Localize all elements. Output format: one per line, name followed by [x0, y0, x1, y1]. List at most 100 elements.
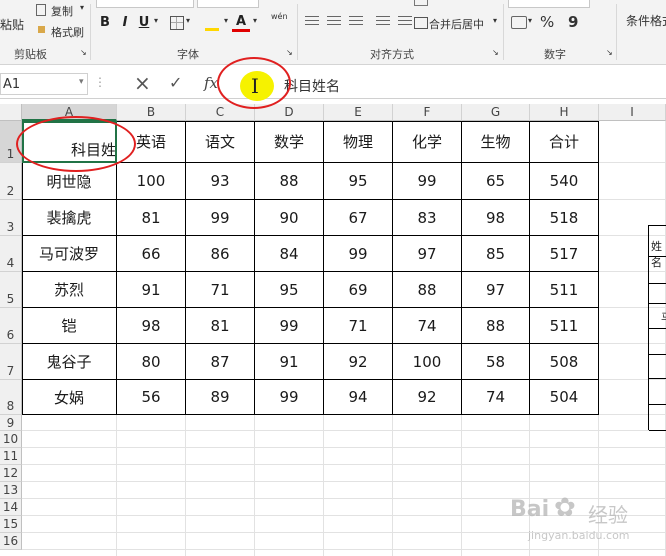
chevron-down-icon[interactable]: ▾: [154, 16, 158, 25]
select-all-corner[interactable]: [0, 104, 22, 121]
value-cell[interactable]: 99: [255, 380, 324, 415]
value-cell[interactable]: 504: [530, 380, 599, 415]
merge-center-icon[interactable]: [414, 17, 428, 29]
header-cell[interactable]: 化学: [393, 121, 462, 163]
percent-button[interactable]: %: [540, 13, 554, 31]
column-header[interactable]: B: [117, 104, 186, 121]
row-header[interactable]: 5: [0, 272, 22, 308]
row-header[interactable]: 10: [0, 431, 22, 448]
value-cell[interactable]: 91: [117, 272, 186, 308]
value-cell[interactable]: 99: [255, 308, 324, 344]
value-cell[interactable]: 65: [462, 163, 530, 200]
dialog-launcher-icon[interactable]: ↘: [286, 48, 293, 57]
value-cell[interactable]: 511: [530, 308, 599, 344]
value-cell[interactable]: 87: [186, 344, 255, 380]
name-box[interactable]: A1 ▾: [0, 73, 88, 95]
row-header[interactable]: 11: [0, 448, 22, 465]
column-header[interactable]: F: [393, 104, 462, 121]
name-cell[interactable]: 铠: [22, 308, 117, 344]
value-cell[interactable]: 99: [324, 236, 393, 272]
value-cell[interactable]: 58: [462, 344, 530, 380]
name-cell[interactable]: 马可波罗: [22, 236, 117, 272]
value-cell[interactable]: 94: [324, 380, 393, 415]
paste-button[interactable]: 粘贴: [0, 10, 26, 40]
row-header[interactable]: 15: [0, 516, 22, 533]
value-cell[interactable]: 67: [324, 200, 393, 236]
value-cell[interactable]: 56: [117, 380, 186, 415]
value-cell[interactable]: 95: [324, 163, 393, 200]
value-cell[interactable]: 88: [462, 308, 530, 344]
formula-input[interactable]: 科目姓名: [230, 73, 666, 95]
chevron-down-icon[interactable]: ▾: [224, 16, 228, 25]
chevron-down-icon[interactable]: ▾: [493, 16, 497, 25]
chevron-down-icon[interactable]: ▾: [253, 16, 257, 25]
copy-button[interactable]: 复制: [51, 3, 73, 19]
value-cell[interactable]: 66: [117, 236, 186, 272]
column-header[interactable]: G: [462, 104, 530, 121]
value-cell[interactable]: 100: [393, 344, 462, 380]
value-cell[interactable]: 74: [393, 308, 462, 344]
header-cell[interactable]: 生物: [462, 121, 530, 163]
value-cell[interactable]: 100: [117, 163, 186, 200]
chevron-down-icon[interactable]: ▾: [80, 3, 84, 12]
drag-handle-icon[interactable]: ⋮: [94, 75, 106, 89]
chevron-down-icon[interactable]: ▾: [528, 16, 532, 25]
value-cell[interactable]: 69: [324, 272, 393, 308]
value-cell[interactable]: 98: [462, 200, 530, 236]
decrease-indent-icon[interactable]: [376, 16, 390, 28]
number-format-combo[interactable]: [508, 0, 590, 8]
value-cell[interactable]: 98: [117, 308, 186, 344]
value-cell[interactable]: 93: [186, 163, 255, 200]
header-cell[interactable]: 合计: [530, 121, 599, 163]
value-cell[interactable]: 89: [186, 380, 255, 415]
header-cell[interactable]: 数学: [255, 121, 324, 163]
name-cell[interactable]: 裴擒虎: [22, 200, 117, 236]
value-cell[interactable]: 97: [393, 236, 462, 272]
value-cell[interactable]: 518: [530, 200, 599, 236]
value-cell[interactable]: 95: [255, 272, 324, 308]
currency-icon[interactable]: [511, 16, 527, 29]
enter-icon[interactable]: ✓: [169, 73, 182, 92]
fill-color-icon[interactable]: [205, 17, 219, 31]
row-header[interactable]: 7: [0, 344, 22, 380]
wrap-text-icon[interactable]: [414, 0, 428, 6]
value-cell[interactable]: 81: [186, 308, 255, 344]
value-cell[interactable]: 517: [530, 236, 599, 272]
value-cell[interactable]: 71: [186, 272, 255, 308]
row-header[interactable]: 16: [0, 533, 22, 550]
value-cell[interactable]: 83: [393, 200, 462, 236]
value-cell[interactable]: 511: [530, 272, 599, 308]
border-icon[interactable]: [170, 16, 184, 30]
font-color-button[interactable]: A: [232, 14, 250, 32]
value-cell[interactable]: 540: [530, 163, 599, 200]
phonetic-wen-icon[interactable]: wén: [271, 12, 288, 21]
chevron-down-icon[interactable]: ▾: [79, 77, 84, 87]
cancel-icon[interactable]: ×: [134, 71, 151, 95]
value-cell[interactable]: 81: [117, 200, 186, 236]
value-cell[interactable]: 80: [117, 344, 186, 380]
value-cell[interactable]: 71: [324, 308, 393, 344]
value-cell[interactable]: 74: [462, 380, 530, 415]
insert-function-button[interactable]: fx: [204, 74, 218, 92]
name-cell[interactable]: 女娲: [22, 380, 117, 415]
dialog-launcher-icon[interactable]: ↘: [492, 48, 499, 57]
italic-button[interactable]: I: [116, 14, 134, 32]
align-center-icon[interactable]: [327, 16, 341, 28]
dialog-launcher-icon[interactable]: ↘: [80, 48, 87, 57]
column-header[interactable]: I: [599, 104, 666, 121]
value-cell[interactable]: 88: [255, 163, 324, 200]
value-cell[interactable]: 85: [462, 236, 530, 272]
value-cell[interactable]: 92: [393, 380, 462, 415]
value-cell[interactable]: 86: [186, 236, 255, 272]
value-cell[interactable]: 91: [255, 344, 324, 380]
value-cell[interactable]: 92: [324, 344, 393, 380]
row-header[interactable]: 2: [0, 163, 22, 200]
comma-style-button[interactable]: 9: [568, 13, 578, 31]
chevron-down-icon[interactable]: ▾: [186, 16, 190, 25]
value-cell[interactable]: 90: [255, 200, 324, 236]
header-cell[interactable]: 物理: [324, 121, 393, 163]
column-header[interactable]: E: [324, 104, 393, 121]
name-cell[interactable]: 鬼谷子: [22, 344, 117, 380]
bold-button[interactable]: B: [96, 14, 114, 32]
dialog-launcher-icon[interactable]: ↘: [606, 48, 613, 57]
